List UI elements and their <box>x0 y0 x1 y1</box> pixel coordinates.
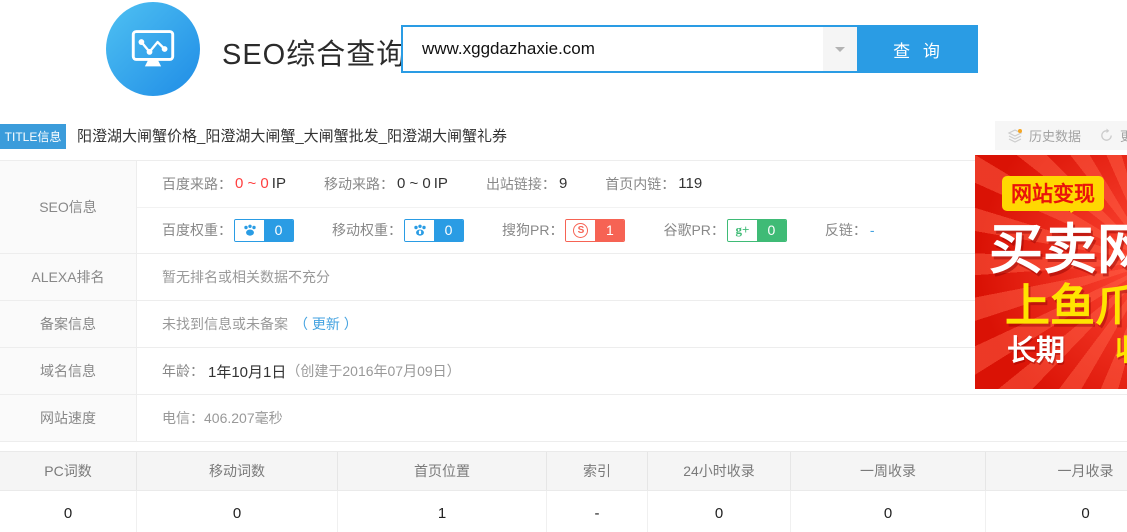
col-header-week-included: 一周收录 <box>791 452 986 490</box>
backlinks-value: - <box>870 222 875 238</box>
speed-row-label: 网站速度 <box>0 395 137 441</box>
chevron-down-icon <box>835 47 845 57</box>
domain-age-label: 年龄： <box>162 361 204 381</box>
ad-subline: 上鱼爪 <box>1005 283 1127 328</box>
alexa-block: ALEXA排名 暂无排名或相关数据不充分 <box>0 254 1127 301</box>
sogou-icon: S <box>573 223 588 238</box>
seo-info-block: SEO信息 百度来路： 0 ~ 0 IP 移动来路： 0 ~ 0 IP 出站链接… <box>0 161 1127 254</box>
ad-footline-yellow: 收站 <box>1115 335 1127 367</box>
mobile-traffic-unit: IP <box>434 175 448 192</box>
speed-text: 电信：406.207毫秒 <box>162 408 283 428</box>
history-data-label: 历史数据 <box>1029 126 1081 145</box>
seo-info-row-label: SEO信息 <box>0 161 137 253</box>
dropdown-toggle[interactable] <box>823 27 857 71</box>
alexa-row-label: ALEXA排名 <box>0 254 137 300</box>
col-header-pc-words: PC词数 <box>0 452 137 490</box>
seo-info-panel: SEO信息 百度来路： 0 ~ 0 IP 移动来路： 0 ~ 0 IP 出站链接… <box>0 160 1127 442</box>
baidu-weight-value: 0 <box>264 220 293 241</box>
baidu-traffic: 百度来路： 0 ~ 0 IP <box>162 174 286 194</box>
icp-block: 备案信息 未找到信息或未备案 （ 更新 ） <box>0 301 1127 348</box>
icp-row-label: 备案信息 <box>0 301 137 347</box>
ad-bubble-text: 网站变现 <box>1002 176 1104 211</box>
history-data-button[interactable]: 历史数据 <box>995 121 1093 150</box>
col-header-month-included: 一月收录 <box>986 452 1127 490</box>
value-month-included: 0 <box>986 491 1127 532</box>
google-pr-label: 谷歌PR： <box>663 220 724 240</box>
outbound-links-label: 出站链接： <box>486 174 556 194</box>
refresh-icon <box>1099 128 1114 143</box>
outbound-links-value: 9 <box>559 175 567 192</box>
sogou-pr-value: 1 <box>595 220 624 241</box>
col-header-index: 索引 <box>547 452 648 490</box>
homepage-internal-links-value: 119 <box>678 175 702 192</box>
backlinks: 反链： - <box>825 220 875 240</box>
domain-created-note: （创建于2016年07月09日） <box>286 361 460 381</box>
homepage-internal-links: 首页内链： 119 <box>605 174 702 194</box>
google-pr-value: 0 <box>757 220 786 241</box>
search-input[interactable] <box>403 27 857 71</box>
col-header-home-position: 首页位置 <box>338 452 547 490</box>
ad-headline: 买卖网 <box>989 223 1127 277</box>
stats-value-row: 0 0 1 - 0 0 0 <box>0 491 1127 532</box>
search-input-box[interactable] <box>401 25 859 73</box>
speed-block: 网站速度 电信：406.207毫秒 <box>0 395 1127 442</box>
value-week-included: 0 <box>791 491 986 532</box>
google-pr-badge[interactable]: g+ 0 <box>727 219 787 242</box>
mobile-weight: 移动权重： 0 <box>332 219 464 242</box>
baidu-weight-label: 百度权重： <box>162 220 232 240</box>
mobile-weight-badge[interactable]: 0 <box>404 219 464 242</box>
mobile-weight-label: 移动权重： <box>332 220 402 240</box>
domain-block: 域名信息 年龄： 1年10月1日 （创建于2016年07月09日） <box>0 348 1127 395</box>
query-button[interactable]: 查 询 <box>859 25 978 73</box>
google-pr: 谷歌PR： g+ 0 <box>663 219 786 242</box>
ad-footline-white: 长期 <box>1007 335 1065 367</box>
refresh-title-button[interactable]: 更 <box>1087 121 1127 150</box>
baidu-weight-badge[interactable]: 0 <box>234 219 294 242</box>
seo-query-page: SEO综合查询 查 询 TITLE信息 阳澄湖大闸蟹价格_阳澄湖大闸蟹_大闸蟹批… <box>0 0 1127 532</box>
mobile-traffic: 移动来路： 0 ~ 0 IP <box>324 174 448 194</box>
value-index: - <box>547 491 648 532</box>
stats-header-row: PC词数 移动词数 首页位置 索引 24小时收录 一周收录 一月收录 <box>0 451 1127 491</box>
baidu-paw-icon <box>235 220 264 241</box>
ad-content: 网站变现 买卖网 上鱼爪 长期 收站 <box>975 155 1127 366</box>
baidu-traffic-unit: IP <box>272 175 286 192</box>
refresh-label: 更 <box>1120 126 1127 145</box>
search-bar: 查 询 <box>401 25 978 73</box>
ad-banner[interactable]: 网站变现 买卖网 上鱼爪 长期 收站 <box>975 155 1127 389</box>
google-plus-icon: g+ <box>735 222 749 238</box>
site-title-text: 阳澄湖大闸蟹价格_阳澄湖大闸蟹_大闸蟹批发_阳澄湖大闸蟹礼券 <box>77 124 507 149</box>
monitor-chart-icon <box>124 20 182 78</box>
domain-row-label: 域名信息 <box>0 348 137 394</box>
sogou-pr-label: 搜狗PR： <box>502 220 563 240</box>
stats-table: PC词数 移动词数 首页位置 索引 24小时收录 一周收录 一月收录 0 0 1… <box>0 451 1127 532</box>
title-info-badge: TITLE信息 <box>0 124 66 149</box>
mobile-paw-icon <box>405 220 434 241</box>
baidu-weight: 百度权重： 0 <box>162 219 294 242</box>
icp-text: 未找到信息或未备案 <box>162 314 288 334</box>
sogou-pr: 搜狗PR： S 1 <box>502 219 625 242</box>
mobile-traffic-value: 0 ~ 0 <box>397 175 431 192</box>
value-mobile-words: 0 <box>137 491 338 532</box>
ad-footline: 长期 收站 <box>1007 337 1127 366</box>
mobile-traffic-label: 移动来路： <box>324 174 394 194</box>
icp-update-link[interactable]: （ 更新 ） <box>294 314 358 334</box>
homepage-internal-links-label: 首页内链： <box>605 174 675 194</box>
app-logo <box>106 2 200 96</box>
page-title: SEO综合查询 <box>222 31 406 73</box>
alexa-text: 暂无排名或相关数据不充分 <box>162 267 330 287</box>
sogou-pr-badge[interactable]: S 1 <box>565 219 625 242</box>
baidu-traffic-value: 0 ~ 0 <box>235 175 269 192</box>
col-header-24h-included: 24小时收录 <box>648 452 791 490</box>
value-pc-words: 0 <box>0 491 137 532</box>
layers-icon <box>1007 128 1023 144</box>
backlinks-label: 反链： <box>825 220 867 240</box>
outbound-links: 出站链接： 9 <box>486 174 567 194</box>
mobile-weight-value: 0 <box>434 220 463 241</box>
value-home-position: 1 <box>338 491 547 532</box>
value-24h-included: 0 <box>648 491 791 532</box>
domain-age-value: 1年10月1日 <box>208 361 286 382</box>
baidu-traffic-label: 百度来路： <box>162 174 232 194</box>
col-header-mobile-words: 移动词数 <box>137 452 338 490</box>
